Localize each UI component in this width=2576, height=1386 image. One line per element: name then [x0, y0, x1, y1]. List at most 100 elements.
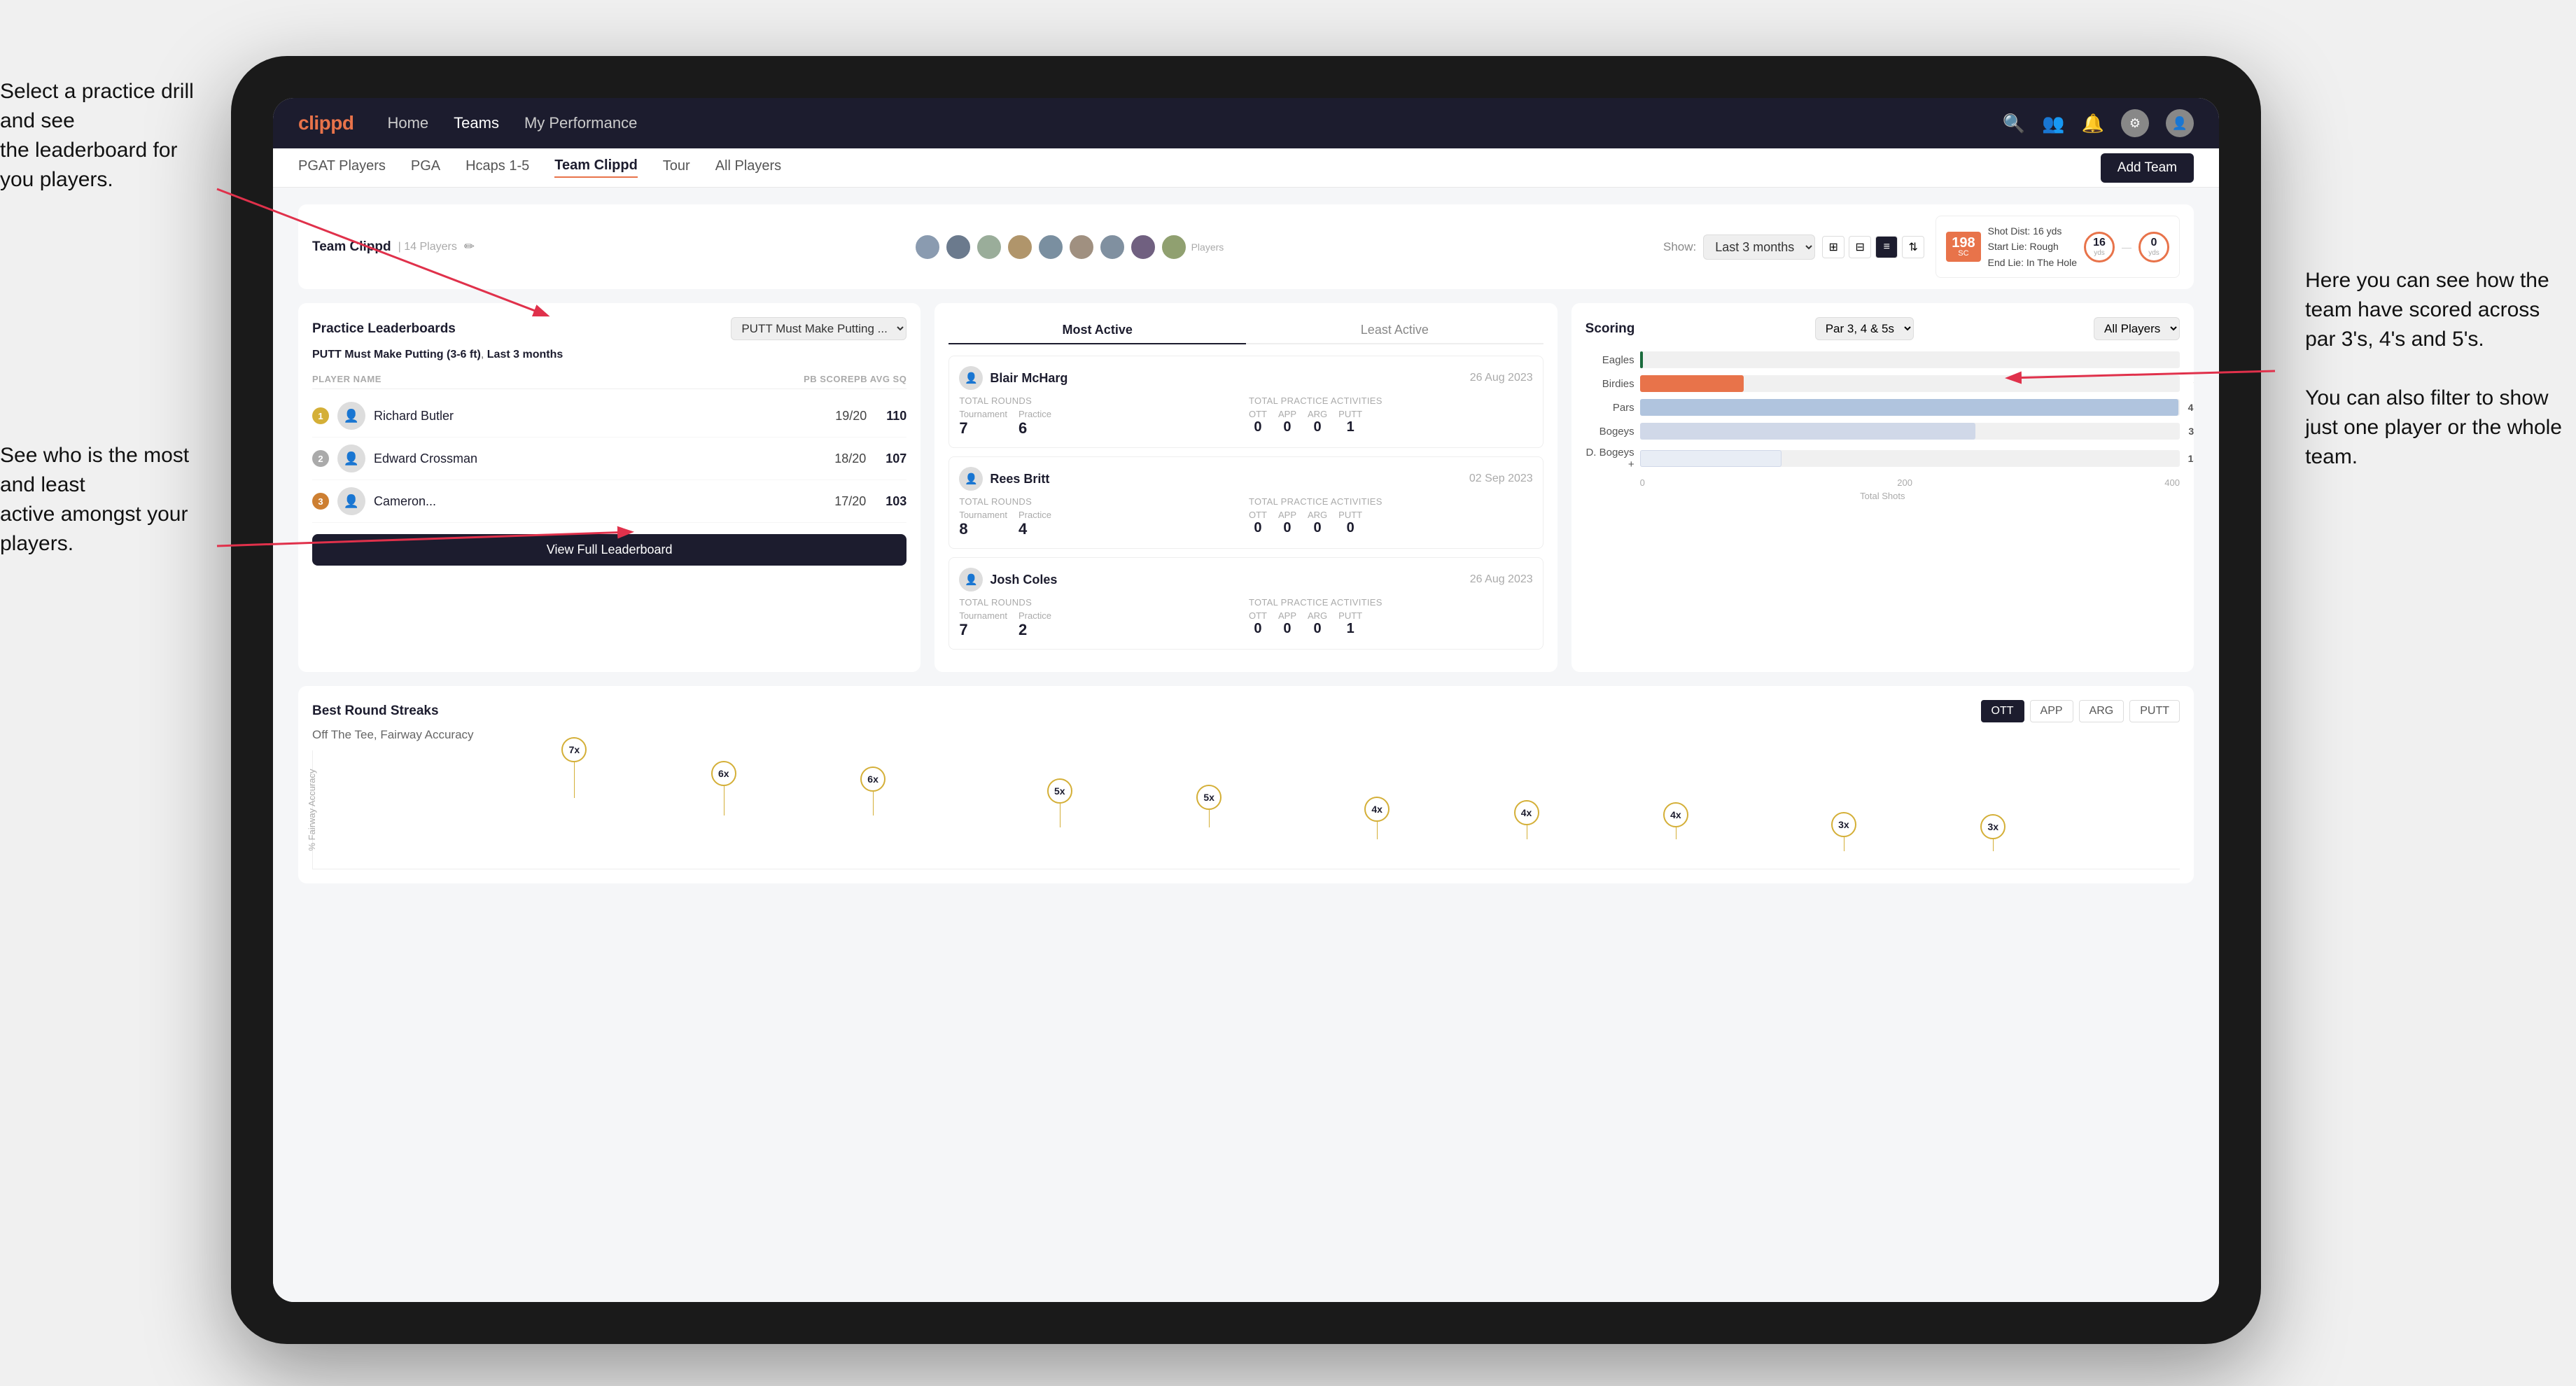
lb-title: Practice Leaderboards [312, 321, 456, 337]
activities-label-3: Total Practice Activities [1249, 597, 1533, 608]
streak-line-3 [873, 792, 874, 816]
pac-player-1: 👤 Blair McHarg [959, 366, 1068, 390]
grid-lg-icon[interactable]: ⊟ [1849, 236, 1871, 258]
annotation-right: Here you can see how the team have score… [2305, 266, 2562, 472]
players-filter[interactable]: All Players [2094, 317, 2180, 340]
view-full-leaderboard-button[interactable]: View Full Leaderboard [312, 534, 906, 566]
edit-icon[interactable]: ✏ [464, 239, 475, 254]
arg-2: ARG 0 [1308, 510, 1327, 536]
pac-player-3: 👤 Josh Coles [959, 568, 1057, 592]
filter-putt[interactable]: PUTT [2129, 700, 2180, 722]
subnav: PGAT Players PGA Hcaps 1-5 Team Clippd T… [273, 148, 2219, 188]
activity-card-3: 👤 Josh Coles 26 Aug 2023 Total Rounds To… [948, 557, 1543, 650]
ott-2: OTT 0 [1249, 510, 1267, 536]
streak-dot-6: 4x [1364, 797, 1390, 822]
streak-dot-5: 5x [1196, 785, 1222, 810]
lb-avg-3: 103 [886, 494, 906, 509]
shot-card: 198 SC Shot Dist: 16 yds Start Lie: Roug… [1935, 216, 2180, 278]
streak-dot-7: 4x [1514, 800, 1539, 825]
lb-score-1: 19/20 [835, 409, 867, 424]
streak-line-5 [1209, 810, 1210, 827]
sort-icon[interactable]: ⇅ [1902, 236, 1924, 258]
annotation-top-left: Select a practice drill and see the lead… [0, 77, 217, 195]
nav-performance[interactable]: My Performance [524, 114, 637, 132]
bar-fill-pars [1640, 399, 2179, 416]
player-avatar [1099, 234, 1126, 260]
yds-circle-1: 16 yds [2084, 232, 2115, 262]
val-dbogeys: 131 [2188, 453, 2194, 464]
subnav-all-players[interactable]: All Players [715, 158, 781, 177]
bar-pars: Pars 499 [1586, 399, 2180, 416]
drill-select[interactable]: PUTT Must Make Putting ... [731, 317, 906, 340]
show-select[interactable]: Last 3 months [1703, 234, 1815, 260]
people-icon[interactable]: 👥 [2042, 113, 2064, 134]
bar-wrap-eagles: 3 [1640, 351, 2180, 368]
y-axis-label: % Fairway Accuracy [307, 769, 317, 850]
lb-score-3: 17/20 [834, 494, 866, 509]
pac-header-1: 👤 Blair McHarg 26 Aug 2023 [959, 366, 1532, 390]
logo: clippd [298, 112, 354, 134]
team-controls: Show: Last 3 months ⊞ ⊟ ≡ ⇅ [1663, 234, 1924, 260]
filter-app[interactable]: APP [2030, 700, 2073, 722]
scoring-panel: Scoring Par 3, 4 & 5s All Players Eagles [1572, 303, 2194, 672]
search-icon[interactable]: 🔍 [2003, 113, 2025, 134]
lb-avg-1: 110 [886, 409, 906, 424]
avatar[interactable]: ⚙ [2121, 109, 2149, 137]
player-avatar [1068, 234, 1095, 260]
nav-teams[interactable]: Teams [454, 114, 499, 132]
subnav-tour[interactable]: Tour [663, 158, 690, 177]
val-pars: 499 [2188, 402, 2194, 413]
user-avatar[interactable]: 👤 [2166, 109, 2194, 137]
label-pars: Pars [1586, 402, 1634, 414]
lb-row: 2 👤 Edward Crossman 18/20 107 [312, 438, 906, 480]
list-icon[interactable]: ≡ [1875, 236, 1898, 258]
tournament-stat-1: Tournament 7 [959, 409, 1007, 438]
val-bogeys: 311 [2188, 426, 2194, 437]
rounds-row-2: Tournament 8 Practice 4 [959, 510, 1243, 538]
filter-arg[interactable]: ARG [2079, 700, 2124, 722]
bell-icon[interactable]: 🔔 [2082, 113, 2104, 134]
pac-player-2: 👤 Rees Britt [959, 467, 1049, 491]
streak-line-10 [1993, 839, 1994, 851]
pac-header-2: 👤 Rees Britt 02 Sep 2023 [959, 467, 1532, 491]
pac-rounds-1: Total Rounds Tournament 7 Practice 6 [959, 396, 1243, 438]
add-team-button[interactable]: Add Team [2101, 153, 2194, 183]
pac-name-3: Josh Coles [990, 573, 1057, 587]
pac-date-1: 26 Aug 2023 [1470, 372, 1533, 384]
activity-card-2: 👤 Rees Britt 02 Sep 2023 Total Rounds To… [948, 456, 1543, 549]
navbar: clippd Home Teams My Performance 🔍 👥 🔔 ⚙… [273, 98, 2219, 148]
app-1: APP 0 [1278, 409, 1296, 435]
rounds-label-1: Total Rounds [959, 396, 1243, 406]
practice-stat-3: Practice 2 [1018, 610, 1051, 639]
show-label: Show: [1663, 240, 1696, 254]
subnav-team-clippd[interactable]: Team Clippd [554, 158, 638, 178]
label-dbogeys: D. Bogeys + [1586, 447, 1634, 470]
val-birdies: 96 [2193, 378, 2194, 389]
scoring-header: Scoring Par 3, 4 & 5s All Players [1586, 317, 2180, 340]
subnav-pgat[interactable]: PGAT Players [298, 158, 386, 177]
streaks-chart: % Fairway Accuracy 7x 6x 6x 5x 5x 4x [312, 750, 2180, 869]
tab-least-active[interactable]: Least Active [1246, 317, 1544, 344]
player-avatar [945, 234, 972, 260]
tab-most-active[interactable]: Most Active [948, 317, 1246, 344]
bar-wrap-birdies: 96 [1640, 375, 2180, 392]
activity-tabs: Most Active Least Active [948, 317, 1543, 344]
shot-badge: 198 SC [1946, 232, 1980, 262]
subnav-hcaps[interactable]: Hcaps 1-5 [465, 158, 529, 177]
rounds-row-1: Tournament 7 Practice 6 [959, 409, 1243, 438]
nav-home[interactable]: Home [387, 114, 428, 132]
filter-ott[interactable]: OTT [1981, 700, 2024, 722]
lb-name-3: Cameron... [374, 494, 826, 509]
subnav-pga[interactable]: PGA [411, 158, 440, 177]
app-3: APP 0 [1278, 610, 1296, 637]
pac-activities-2: Total Practice Activities OTT 0 APP 0 [1249, 496, 1533, 538]
lb-avatar-1: 👤 [337, 402, 365, 430]
holes-filter[interactable]: Par 3, 4 & 5s [1815, 317, 1914, 340]
team-header-panel: Team Clippd | 14 Players ✏ Players [298, 204, 2194, 289]
practice-stat-1: Practice 6 [1018, 409, 1051, 438]
lb-name-1: Richard Butler [374, 409, 827, 424]
pac-date-3: 26 Aug 2023 [1470, 573, 1533, 586]
activity-card-1: 👤 Blair McHarg 26 Aug 2023 Total Rounds … [948, 356, 1543, 448]
grid-sm-icon[interactable]: ⊞ [1822, 236, 1844, 258]
chart-x-title: Total Shots [1586, 491, 2180, 501]
